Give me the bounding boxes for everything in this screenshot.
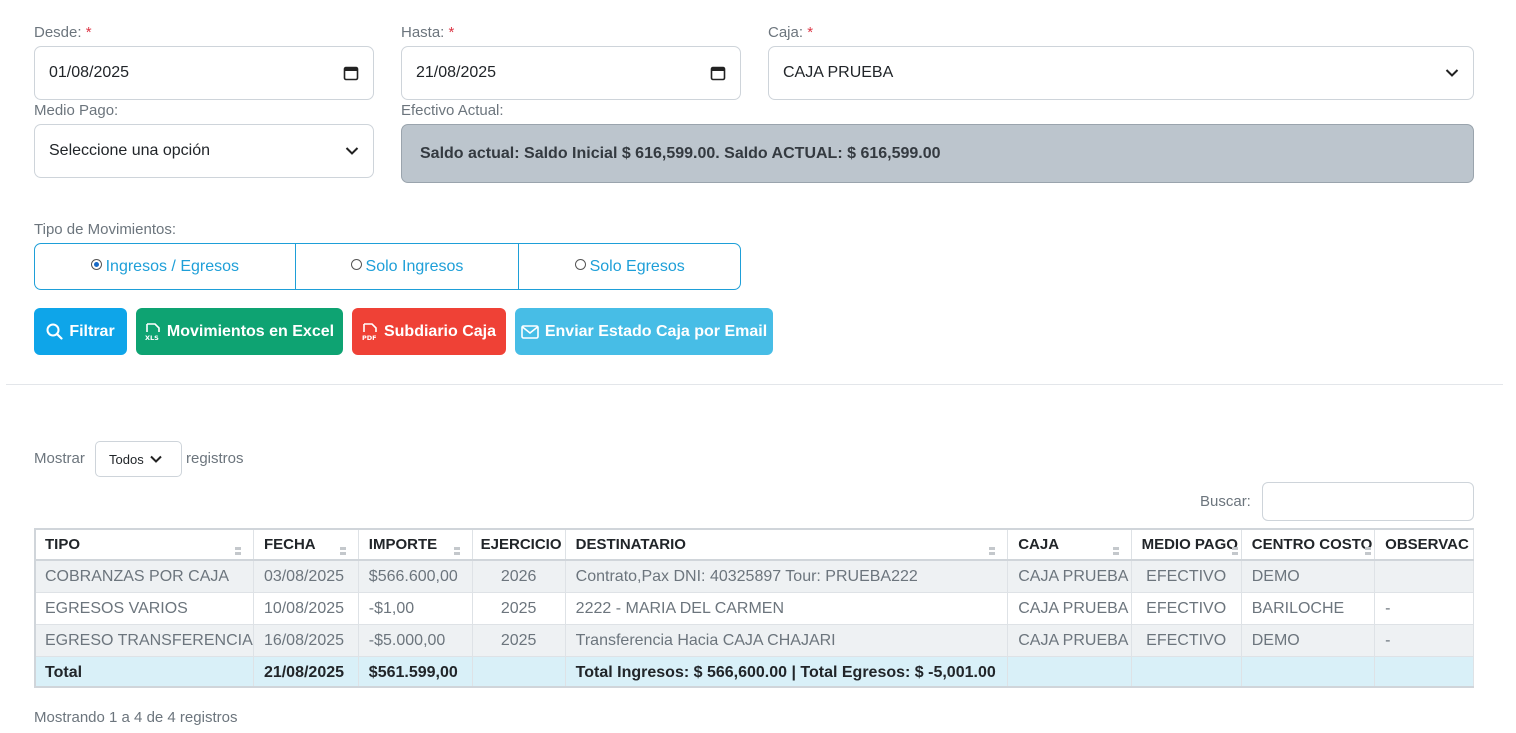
cell-medio-pago: EFECTIVO — [1130, 559, 1242, 593]
table-total-row: Total 21/08/2025 $561.599,00 Total Ingre… — [34, 656, 1474, 688]
search-icon — [46, 323, 63, 340]
medio-pago-label: Medio Pago: — [34, 102, 119, 119]
total-destinatario: Total Ingresos: $ 566,600.00 | Total Egr… — [564, 656, 1009, 688]
sort-icon[interactable] — [453, 547, 460, 555]
svg-text:PDF: PDF — [362, 334, 377, 341]
column-header-caja[interactable]: CAJA — [1007, 528, 1132, 561]
data-table-wrapper: TIPO FECHA IMPORTE EJERCICIO DESTINATARI… — [34, 528, 1474, 688]
tipo-movimientos-group: Ingresos / Egresos Solo Ingresos Solo Eg… — [34, 243, 741, 290]
cell-centro-costo: DEMO — [1240, 624, 1376, 657]
cell-tipo: COBRANZAS POR CAJA — [34, 559, 254, 593]
cell-ejercicio: 2025 — [471, 624, 566, 657]
chevron-down-icon — [345, 146, 359, 156]
data-table: TIPO FECHA IMPORTE EJERCICIO DESTINATARI… — [34, 528, 1474, 688]
column-header-tipo[interactable]: TIPO — [34, 528, 254, 561]
chevron-down-icon — [1445, 68, 1459, 78]
hasta-label: Hasta: * — [401, 24, 455, 41]
total-ejercicio — [471, 656, 566, 688]
table-info: Mostrando 1 a 4 de 4 registros — [34, 709, 238, 726]
cell-centro-costo: DEMO — [1240, 559, 1376, 593]
sort-icon[interactable] — [1231, 547, 1238, 555]
column-header-ejercicio[interactable]: EJERCICIO — [471, 528, 566, 561]
filtrar-button[interactable]: Filtrar — [34, 308, 127, 355]
cell-importe: -$1,00 — [357, 592, 473, 625]
cell-observaciones — [1374, 559, 1474, 593]
cell-destinatario: Contrato,Pax DNI: 40325897 Tour: PRUEBA2… — [564, 559, 1009, 593]
caja-select[interactable]: CAJA PRUEBA — [768, 46, 1474, 100]
efectivo-actual-field: Saldo actual: Saldo Inicial $ 616,599.00… — [401, 124, 1474, 183]
cell-medio-pago: EFECTIVO — [1130, 592, 1242, 625]
radio-icon-checked[interactable] — [90, 259, 102, 270]
sort-icon[interactable] — [1112, 547, 1119, 555]
envelope-icon — [521, 324, 539, 339]
column-header-observaciones[interactable]: OBSERVAC — [1374, 528, 1474, 561]
total-centro-costo — [1240, 656, 1376, 688]
cell-fecha: 10/08/2025 — [252, 592, 359, 625]
table-row[interactable]: EGRESOS VARIOS 10/08/2025 -$1,00 2025 22… — [34, 592, 1474, 625]
table-row[interactable]: COBRANZAS POR CAJA 03/08/2025 $566.600,0… — [34, 559, 1474, 593]
cell-medio-pago: EFECTIVO — [1130, 624, 1242, 657]
column-header-importe[interactable]: IMPORTE — [357, 528, 473, 561]
table-row[interactable]: EGRESO TRANSFERENCIA 16/08/2025 -$5.000,… — [34, 624, 1474, 657]
total-observaciones — [1374, 656, 1474, 688]
table-header-row: TIPO FECHA IMPORTE EJERCICIO DESTINATARI… — [34, 528, 1474, 561]
total-importe: $561.599,00 — [357, 656, 473, 688]
column-header-fecha[interactable]: FECHA — [252, 528, 359, 561]
cell-destinatario: Transferencia Hacia CAJA CHAJARI — [564, 624, 1009, 657]
sort-icon[interactable] — [339, 547, 346, 555]
length-select[interactable]: Todos — [95, 441, 182, 477]
cell-caja: CAJA PRUEBA — [1007, 592, 1132, 625]
divider — [6, 384, 1503, 385]
radio-icon[interactable] — [350, 259, 362, 270]
total-caja — [1007, 656, 1132, 688]
chevron-down-icon — [149, 455, 162, 463]
cell-destinatario: 2222 - MARIA DEL CARMEN — [564, 592, 1009, 625]
cell-ejercicio: 2026 — [471, 559, 566, 593]
cell-tipo: EGRESOS VARIOS — [34, 592, 254, 625]
cell-centro-costo: BARILOCHE — [1240, 592, 1376, 625]
search-label: Buscar: — [1200, 493, 1251, 510]
medio-pago-select[interactable]: Seleccione una opción — [34, 124, 374, 178]
search-input[interactable] — [1262, 482, 1474, 521]
calendar-icon[interactable] — [710, 65, 726, 81]
cell-observaciones: - — [1374, 592, 1474, 625]
cell-fecha: 03/08/2025 — [252, 559, 359, 593]
subdiario-button[interactable]: PDF Subdiario Caja — [352, 308, 506, 355]
cell-importe: -$5.000,00 — [357, 624, 473, 657]
file-pdf-icon: PDF — [362, 322, 378, 341]
radio-ingresos-egresos[interactable]: Ingresos / Egresos — [35, 244, 296, 289]
total-fecha: 21/08/2025 — [252, 656, 359, 688]
total-label: Total — [34, 656, 254, 688]
svg-text:XLS: XLS — [145, 334, 159, 341]
cell-caja: CAJA PRUEBA — [1007, 559, 1132, 593]
sort-icon[interactable] — [234, 547, 241, 555]
length-prefix: Mostrar — [34, 450, 85, 467]
sort-icon[interactable] — [1365, 547, 1372, 555]
length-suffix: registros — [186, 450, 244, 467]
column-header-medio-pago[interactable]: MEDIO PAGO — [1130, 528, 1242, 561]
cell-fecha: 16/08/2025 — [252, 624, 359, 657]
radio-solo-ingresos[interactable]: Solo Ingresos — [296, 244, 520, 289]
total-medio-pago — [1130, 656, 1242, 688]
desde-date-input[interactable]: 01/08/2025 — [34, 46, 374, 100]
file-xls-icon: XLS — [145, 322, 161, 341]
caja-label: Caja: * — [768, 24, 814, 41]
radio-solo-egresos[interactable]: Solo Egresos — [519, 244, 740, 289]
hasta-date-input[interactable]: 21/08/2025 — [401, 46, 741, 100]
cell-observaciones: - — [1374, 624, 1474, 657]
column-header-centro-costo[interactable]: CENTRO COSTO — [1240, 528, 1376, 561]
radio-icon[interactable] — [574, 259, 586, 270]
calendar-icon[interactable] — [343, 65, 359, 81]
enviar-email-button[interactable]: Enviar Estado Caja por Email — [515, 308, 773, 355]
cell-ejercicio: 2025 — [471, 592, 566, 625]
tipo-movimientos-label: Tipo de Movimientos: — [34, 221, 177, 238]
cell-caja: CAJA PRUEBA — [1007, 624, 1132, 657]
desde-label: Desde: * — [34, 24, 92, 41]
excel-button[interactable]: XLS Movimientos en Excel — [136, 308, 343, 355]
column-header-destinatario[interactable]: DESTINATARIO — [564, 528, 1009, 561]
efectivo-actual-label: Efectivo Actual: — [401, 102, 504, 119]
cell-tipo: EGRESO TRANSFERENCIA — [34, 624, 254, 657]
cell-importe: $566.600,00 — [357, 559, 473, 593]
sort-icon[interactable] — [989, 547, 996, 555]
